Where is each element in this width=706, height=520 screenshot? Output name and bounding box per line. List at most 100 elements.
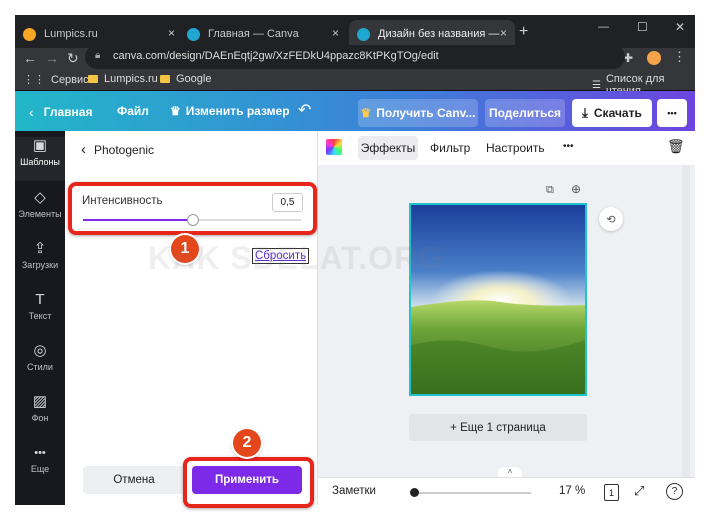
chevron-left-icon: ‹ xyxy=(81,141,86,158)
resize-button[interactable]: ♛ Изменить размер xyxy=(170,104,290,118)
browser-tab-strip: Lumpics.ru × Главная — Canva × Дизайн бе… xyxy=(15,15,695,48)
notes-button[interactable]: Заметки xyxy=(332,485,376,497)
tab-filter[interactable]: Фильтр xyxy=(430,141,470,155)
cancel-button[interactable]: Отмена xyxy=(83,466,185,494)
download-icon: ⤓ xyxy=(582,105,588,120)
bookmark-google[interactable]: Google xyxy=(160,73,211,85)
folder-icon xyxy=(160,75,170,83)
effect-name: Photogenic xyxy=(94,142,155,157)
reload-icon[interactable]: ↻ xyxy=(67,50,79,67)
tab-canva-home[interactable]: Главная — Canva × xyxy=(187,20,347,48)
download-button[interactable]: ⤓ Скачать xyxy=(572,99,652,127)
sunrise-field-image xyxy=(411,205,585,394)
rail-item-label: Стили xyxy=(27,362,53,372)
watermark: KAK SDELAT.ORG xyxy=(148,240,445,276)
rail-item-label: Элементы xyxy=(18,209,62,219)
text-icon: T xyxy=(35,291,45,308)
rail-item-more[interactable]: ••• Еще xyxy=(15,444,65,488)
elements-icon: ◇ xyxy=(34,189,46,206)
palette-icon: ◎ xyxy=(33,342,47,359)
tab-title: Главная — Canva xyxy=(208,28,299,40)
bookmark-label: Google xyxy=(176,73,212,85)
more-dots-icon: ••• xyxy=(34,447,46,459)
effect-back-button[interactable]: ‹ Photogenic xyxy=(81,141,154,158)
back-arrow-icon[interactable]: ← xyxy=(23,50,37,66)
canva-favicon-icon xyxy=(357,27,370,41)
tab-canva-design[interactable]: Дизайн без названия — 1481 × xyxy=(349,20,515,48)
zoom-slider-track[interactable] xyxy=(410,488,531,497)
templates-icon: ▣ xyxy=(32,137,48,154)
canva-favicon-icon xyxy=(187,27,200,41)
rail-item-templates[interactable]: ▣ Шаблоны xyxy=(15,137,65,181)
page-count-button[interactable]: 1 xyxy=(604,484,619,501)
tab-close-icon[interactable]: × xyxy=(168,26,175,40)
home-label: Главная xyxy=(43,105,93,119)
more-options-button[interactable]: ••• xyxy=(657,99,687,127)
share-button[interactable]: Поделиться xyxy=(485,99,565,127)
maximize-button[interactable]: ☐ xyxy=(637,20,648,34)
zoom-level[interactable]: 17 % xyxy=(559,485,585,497)
home-button[interactable]: ‹ Главная xyxy=(29,104,92,120)
rail-item-elements[interactable]: ◇ Элементы xyxy=(15,189,65,233)
color-picker-icon[interactable] xyxy=(326,139,342,155)
help-icon[interactable]: ? xyxy=(666,483,683,500)
folder-icon xyxy=(88,75,98,83)
rail-item-styles[interactable]: ◎ Стили xyxy=(15,342,65,386)
url-field[interactable]: 🔒︎ canva.com/design/DAEnEqtj2gw/XzFEDkU4… xyxy=(85,45,625,69)
reading-list-icon: ☰ xyxy=(592,79,601,91)
background-icon: ▨ xyxy=(32,393,48,410)
annotation-step-2: 2 xyxy=(233,429,261,457)
apply-button[interactable]: Применить xyxy=(192,466,302,494)
fullscreen-icon[interactable]: ⤢ xyxy=(634,483,644,499)
browser-menu-icon[interactable]: ⋮ xyxy=(673,49,686,65)
lock-icon: 🔒︎ xyxy=(95,50,101,61)
get-canva-pro-button[interactable]: ♛ Получить Canv... xyxy=(358,99,478,127)
design-image[interactable] xyxy=(409,203,587,396)
rail-item-label: Шаблоны xyxy=(20,157,60,167)
duplicate-page-icon[interactable]: ⧉ xyxy=(546,184,554,197)
upload-cloud-icon: ⇪ xyxy=(33,240,47,257)
get-canva-label: Получить Canv... xyxy=(376,106,476,120)
rail-item-label: Загрузки xyxy=(21,260,59,270)
add-page-icon[interactable]: ⊕ xyxy=(571,182,581,196)
add-page-button[interactable]: + Еще 1 страница xyxy=(409,414,587,441)
vertical-scrollbar[interactable] xyxy=(682,165,690,477)
profile-avatar[interactable] xyxy=(647,51,661,65)
canvas-workspace: ⧉ ⊕ ⟲ + Еще 1 страница ˄ xyxy=(318,165,695,505)
zoom-slider-handle[interactable] xyxy=(410,488,419,497)
tab-title: Дизайн без названия — 1481 xyxy=(378,28,503,40)
bookmark-label: Lumpics.ru xyxy=(104,73,158,85)
crown-icon: ♛ xyxy=(170,104,181,118)
file-menu[interactable]: Файл xyxy=(117,104,149,118)
minimize-button[interactable]: — xyxy=(598,21,609,33)
toolbar-more-button[interactable]: ••• xyxy=(563,141,574,152)
tab-adjust[interactable]: Настроить xyxy=(486,141,545,155)
chevron-left-icon: ‹ xyxy=(29,104,34,120)
undo-icon[interactable]: ↶ xyxy=(298,100,311,120)
trash-icon[interactable]: 🗑︎ xyxy=(667,138,685,155)
left-rail: ▣ Шаблоны ◇ Элементы ⇪ Загрузки T Текст … xyxy=(15,131,65,505)
download-label: Скачать xyxy=(593,106,642,120)
rail-item-label: Текст xyxy=(28,311,52,321)
resize-label: Изменить размер xyxy=(185,104,290,118)
new-tab-button[interactable]: + xyxy=(519,23,528,41)
chevron-up-icon[interactable]: ˄ xyxy=(498,467,522,477)
comment-icon[interactable]: ⟲ xyxy=(599,207,623,231)
tab-lumpics[interactable]: Lumpics.ru × xyxy=(23,20,183,48)
tab-close-icon[interactable]: × xyxy=(332,26,339,40)
rail-item-uploads[interactable]: ⇪ Загрузки xyxy=(15,240,65,284)
bottom-bar: Заметки 17 % 1 ⤢ ? xyxy=(318,477,695,506)
image-toolbar: Эффекты Фильтр Настроить ••• 🗑︎ xyxy=(318,131,695,166)
lumpics-favicon-icon xyxy=(23,27,36,41)
rail-item-label: Еще xyxy=(30,464,50,474)
close-window-button[interactable]: ✕ xyxy=(675,20,685,34)
bookmark-lumpics[interactable]: Lumpics.ru xyxy=(88,73,158,85)
forward-arrow-icon[interactable]: → xyxy=(45,50,59,66)
bookmark-services[interactable]: ⋮⋮ Сервисы xyxy=(23,73,97,87)
url-text: canva.com/design/DAEnEqtj2gw/XzFEDkU4ppa… xyxy=(113,50,439,62)
tab-close-icon[interactable]: × xyxy=(500,26,507,40)
rail-item-text[interactable]: T Текст xyxy=(15,291,65,335)
rail-item-background[interactable]: ▨ Фон xyxy=(15,393,65,437)
effect-panel: ‹ Photogenic Интенсивность 0,5 1 Сбросит… xyxy=(65,131,318,508)
tab-effects[interactable]: Эффекты xyxy=(358,136,418,160)
